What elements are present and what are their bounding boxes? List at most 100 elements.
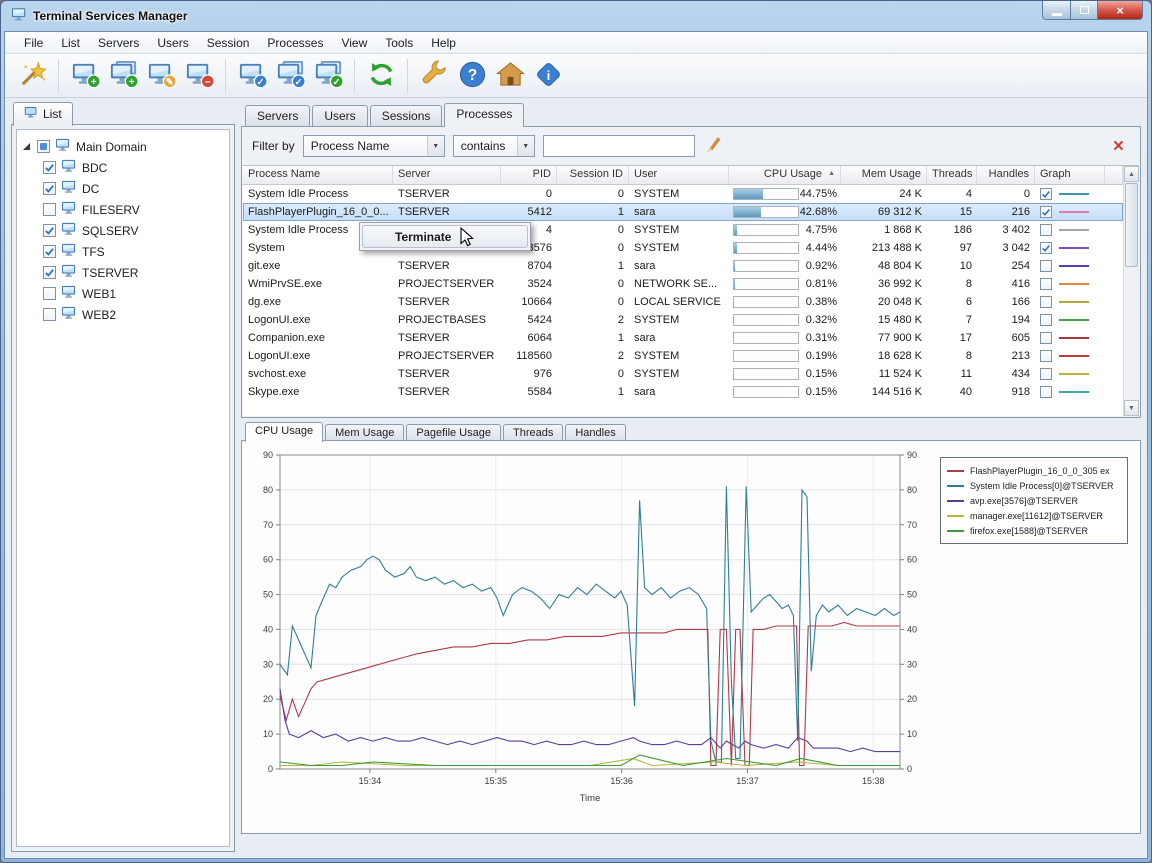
magic-wand-button[interactable] bbox=[13, 57, 51, 95]
table-row[interactable]: FlashPlayerPlugin_16_0_0... TSERVER 5412 1 s… bbox=[243, 203, 1123, 221]
column-header-threads[interactable]: Threads bbox=[927, 166, 977, 184]
web2-checkbox[interactable] bbox=[43, 308, 56, 321]
tree-node-web2[interactable]: WEB2 bbox=[21, 304, 225, 325]
table-row[interactable]: dg.exe TSERVER 10664 0 LOCAL SERVICE 0.38% 20 … bbox=[243, 293, 1123, 311]
about-info-button[interactable]: i bbox=[529, 57, 567, 95]
menu-servers[interactable]: Servers bbox=[89, 33, 148, 53]
column-header-user[interactable]: User bbox=[629, 166, 729, 184]
cpu-percent: 0.15% bbox=[805, 386, 837, 398]
scroll-thumb[interactable] bbox=[1125, 183, 1138, 267]
table-row[interactable]: LogonUI.exe PROJECTSERVER 118560 2 SYSTEM 0.1… bbox=[243, 347, 1123, 365]
minimize-button[interactable] bbox=[1042, 1, 1071, 20]
tserver-checkbox[interactable] bbox=[43, 266, 56, 279]
tree-node-bdc[interactable]: BDC bbox=[21, 157, 225, 178]
web1-checkbox[interactable] bbox=[43, 287, 56, 300]
refresh-button[interactable] bbox=[362, 57, 400, 95]
close-button[interactable]: × bbox=[1098, 1, 1143, 20]
graph-checkbox[interactable] bbox=[1040, 314, 1052, 326]
menu-session[interactable]: Session bbox=[198, 33, 259, 53]
graph-checkbox[interactable] bbox=[1040, 350, 1052, 362]
connect-server-button[interactable]: ✓ bbox=[233, 57, 271, 95]
sqlserv-checkbox[interactable] bbox=[43, 224, 56, 237]
main-domain-checkbox[interactable] bbox=[37, 140, 50, 153]
clear-filter-icon[interactable]: × bbox=[1113, 137, 1124, 156]
add-server-alt-button[interactable]: + bbox=[104, 57, 142, 95]
graph-checkbox[interactable] bbox=[1040, 188, 1052, 200]
table-row[interactable]: LogonUI.exe PROJECTBASES 5424 2 SYSTEM 0.32% 1… bbox=[243, 311, 1123, 329]
cpu-bar-fill bbox=[734, 225, 738, 235]
tab-processes[interactable]: Processes bbox=[444, 103, 525, 127]
table-row[interactable]: Companion.exe TSERVER 6064 1 sara 0.31% 77 900… bbox=[243, 329, 1123, 347]
settings-wrench-button[interactable] bbox=[415, 57, 453, 95]
chart-tab-cpu-usage[interactable]: CPU Usage bbox=[245, 422, 324, 442]
filter-operator-dropdown[interactable]: contains ▼ bbox=[452, 135, 535, 157]
tree-node-main-domain[interactable]: Main Domain bbox=[21, 136, 225, 157]
graph-color-line bbox=[1059, 229, 1089, 231]
graph-checkbox[interactable] bbox=[1040, 296, 1052, 308]
tree-node-dc[interactable]: DC bbox=[21, 178, 225, 199]
menu-view[interactable]: View bbox=[332, 33, 376, 53]
table-row[interactable]: git.exe TSERVER 8704 1 sara 0.92% 48 804 K 10 25… bbox=[243, 257, 1123, 275]
scroll-down-button[interactable]: ▼ bbox=[1124, 400, 1139, 416]
menu-processes[interactable]: Processes bbox=[258, 33, 332, 53]
edit-server-button[interactable]: ✎ bbox=[142, 57, 180, 95]
tab-servers[interactable]: Servers bbox=[245, 105, 311, 127]
column-header-pid[interactable]: PID bbox=[501, 166, 557, 184]
bdc-checkbox[interactable] bbox=[43, 161, 56, 174]
column-header-process-name[interactable]: Process Name bbox=[243, 166, 393, 184]
tab-users[interactable]: Users bbox=[312, 105, 368, 127]
dc-checkbox[interactable] bbox=[43, 182, 56, 195]
table-row[interactable]: System Idle Process TSERVER 0 0 SYSTEM 44.75%… bbox=[243, 185, 1123, 203]
svg-text:60: 60 bbox=[907, 555, 917, 565]
menu-users[interactable]: Users bbox=[148, 33, 197, 53]
filter-search-input[interactable] bbox=[542, 135, 695, 157]
connect-all-button[interactable]: ✓ bbox=[309, 57, 347, 95]
table-row[interactable]: WmiPrvSE.exe PROJECTSERVER 3524 0 NETWORK SE… bbox=[243, 275, 1123, 293]
add-server-button[interactable]: + bbox=[66, 57, 104, 95]
maximize-button[interactable] bbox=[1071, 1, 1098, 20]
graph-checkbox[interactable] bbox=[1040, 332, 1052, 344]
column-header-cpu-usage[interactable]: CPU Usage ▲ bbox=[729, 166, 841, 184]
tab-list[interactable]: List bbox=[13, 102, 73, 126]
fileserv-checkbox[interactable] bbox=[43, 203, 56, 216]
menu-list[interactable]: List bbox=[52, 33, 89, 53]
graph-checkbox[interactable] bbox=[1040, 386, 1052, 398]
titlebar[interactable]: Terminal Services Manager bbox=[1, 1, 1151, 31]
menu-help[interactable]: Help bbox=[422, 33, 465, 53]
tree-node-tfs[interactable]: TFS bbox=[21, 241, 225, 262]
graph-checkbox[interactable] bbox=[1040, 206, 1052, 218]
remove-server-button[interactable]: − bbox=[180, 57, 218, 95]
graph-checkbox[interactable] bbox=[1040, 278, 1052, 290]
column-header-session-id[interactable]: Session ID bbox=[557, 166, 629, 184]
menu-tools[interactable]: Tools bbox=[376, 33, 422, 53]
graph-checkbox[interactable] bbox=[1040, 224, 1052, 236]
expander-icon[interactable] bbox=[23, 143, 30, 150]
home-button[interactable] bbox=[491, 57, 529, 95]
graph-checkbox[interactable] bbox=[1040, 242, 1052, 254]
cell-handles: 434 bbox=[1011, 368, 1030, 380]
filter-field-dropdown[interactable]: Process Name ▼ bbox=[302, 135, 445, 157]
column-header-graph[interactable]: Graph bbox=[1035, 166, 1105, 184]
context-menu-item-terminate[interactable]: Terminate bbox=[362, 225, 528, 248]
help-button[interactable]: ? bbox=[453, 57, 491, 95]
graph-checkbox[interactable] bbox=[1040, 260, 1052, 272]
tree-node-tserver[interactable]: TSERVER bbox=[21, 262, 225, 283]
graph-checkbox[interactable] bbox=[1040, 368, 1052, 380]
tfs-checkbox[interactable] bbox=[43, 245, 56, 258]
column-header-mem-usage[interactable]: Mem Usage bbox=[841, 166, 927, 184]
tab-sessions[interactable]: Sessions bbox=[369, 105, 443, 127]
tree-node-web1[interactable]: WEB1 bbox=[21, 283, 225, 304]
tree-node-fileserv[interactable]: FILESERV bbox=[21, 199, 225, 220]
scroll-up-button[interactable]: ▲ bbox=[1124, 166, 1139, 182]
table-row[interactable]: svchost.exe TSERVER 976 0 SYSTEM 0.15% 11 524 … bbox=[243, 365, 1123, 383]
table-row[interactable]: Skype.exe TSERVER 5584 1 sara 0.15% 144 516 K 4… bbox=[243, 383, 1123, 401]
cell-user: LOCAL SERVICE bbox=[634, 296, 721, 308]
cell-process-name: Companion.exe bbox=[248, 332, 326, 344]
column-header-handles[interactable]: Handles bbox=[977, 166, 1035, 184]
menu-file[interactable]: File bbox=[15, 33, 52, 53]
connect-group-button[interactable]: ✓ bbox=[271, 57, 309, 95]
column-header-server[interactable]: Server bbox=[393, 166, 501, 184]
table-scrollbar[interactable]: ▲ ▼ bbox=[1123, 166, 1139, 416]
brush-icon[interactable] bbox=[703, 135, 723, 158]
tree-node-sqlserv[interactable]: SQLSERV bbox=[21, 220, 225, 241]
